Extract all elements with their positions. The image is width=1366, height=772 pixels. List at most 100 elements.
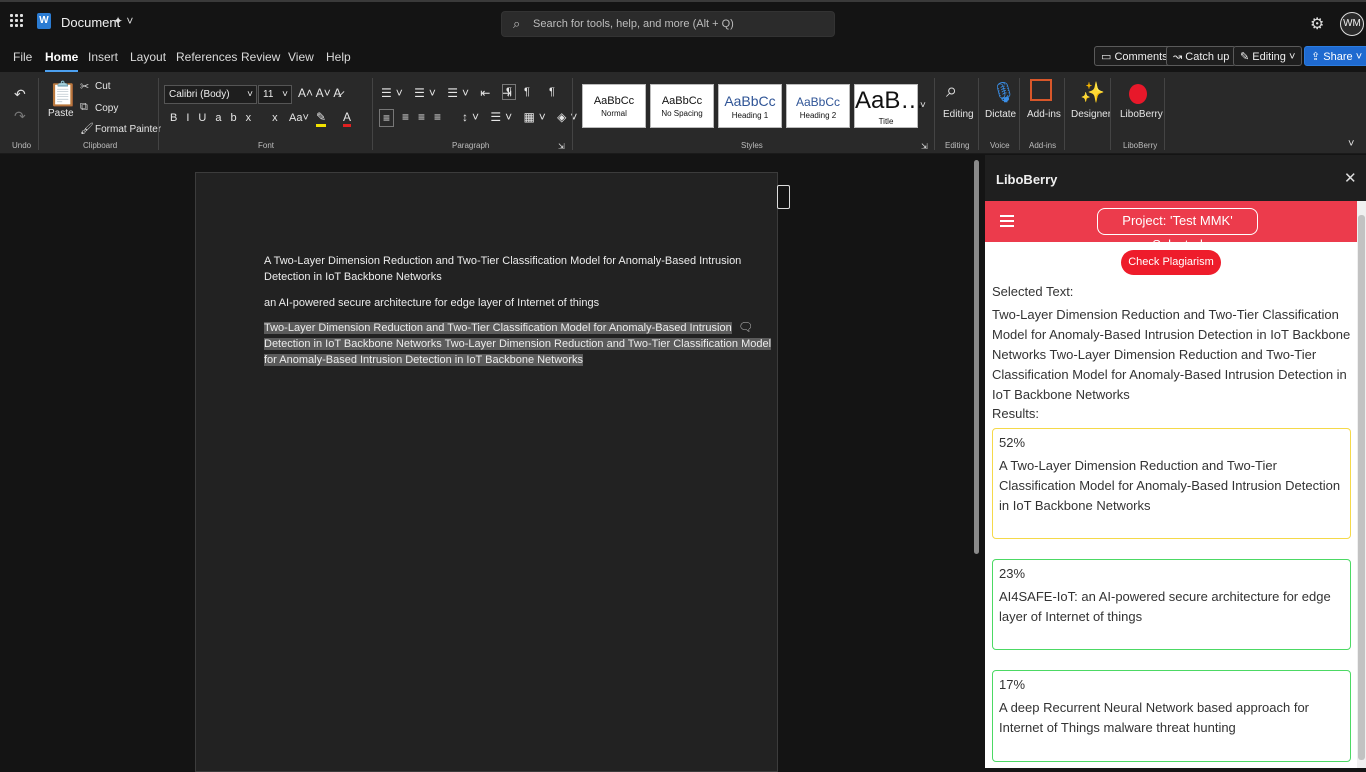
microphone-icon[interactable]: 🎙 (991, 80, 1016, 105)
doc-paragraph-1[interactable]: A Two-Layer Dimension Reduction and Two-… (264, 253, 741, 285)
style-name: Heading 2 (799, 111, 837, 120)
align-left-icon[interactable]: ≡ (379, 109, 395, 127)
doc-paragraph-2[interactable]: an AI-powered secure architecture for ed… (264, 295, 599, 311)
cut-icon[interactable]: ✂ (80, 80, 89, 93)
designer-button[interactable]: Designer (1071, 109, 1111, 120)
ribbon-divider (978, 78, 979, 150)
tab-file[interactable]: File (13, 50, 32, 64)
liboberry-icon[interactable] (1129, 84, 1147, 104)
liboberry-button[interactable]: LiboBerry (1120, 109, 1163, 120)
format-painter-button[interactable]: Format Painter (95, 124, 161, 135)
document-title[interactable]: Document (61, 15, 120, 30)
catchup-button[interactable]: ↝ Catch up (1166, 46, 1237, 66)
tab-insert[interactable]: Insert (88, 50, 118, 64)
doc-paragraph-3-selected[interactable]: Two-Layer Dimension Reduction and Two-Ti… (264, 320, 772, 368)
editing-button[interactable]: Editing (943, 109, 974, 120)
catchup-label: Catch up (1185, 51, 1230, 63)
comments-label: Comments (1114, 51, 1168, 63)
style-normal[interactable]: AaBbCc Normal (582, 84, 646, 128)
settings-gear-icon[interactable]: ⚙ (1310, 14, 1324, 34)
style-preview: AaBbCc (795, 95, 841, 109)
close-icon[interactable]: ✕ (1344, 169, 1357, 187)
result-card[interactable]: 17% A deep Recurrent Neural Network base… (992, 670, 1351, 762)
paragraph-marks-icon[interactable]: ¶ ¶ (524, 86, 563, 98)
tab-layout[interactable]: Layout (130, 50, 166, 64)
add-comment-icon[interactable]: 🗨 (738, 320, 753, 334)
addins-icon[interactable] (1030, 79, 1052, 101)
result-title: A deep Recurrent Neural Network based ap… (999, 700, 1310, 735)
cut-button[interactable]: Cut (95, 81, 111, 92)
hamburger-menu-icon[interactable] (1000, 215, 1014, 227)
change-case-icon[interactable]: Aa˅ (289, 112, 309, 124)
tab-home[interactable]: Home (45, 50, 79, 72)
editing-search-icon[interactable]: ⌕ (946, 80, 957, 103)
result-percentage: 23% (999, 566, 1026, 581)
comments-button[interactable]: ▭ Comments (1094, 46, 1175, 66)
designer-wand-icon[interactable]: ✨ (1080, 80, 1105, 105)
ribbon-collapse-icon[interactable]: ˅ (1348, 138, 1354, 150)
results-label: Results: (992, 406, 1039, 421)
undo-icon[interactable]: ↶ (14, 86, 26, 103)
style-preview: AaBbCc (661, 95, 703, 107)
list-buttons[interactable]: ☰˅ ☰˅ ☰˅ ⇤ ⇥ (381, 86, 516, 100)
font-color-icon[interactable]: A (343, 110, 352, 127)
search-input[interactable]: ⌕ Search for tools, help, and more (Alt … (501, 11, 835, 37)
editing-mode-button[interactable]: ✎ Editing ˅ (1233, 46, 1303, 66)
autosave-chevron-icon[interactable]: ✦ ˅ (113, 14, 133, 28)
tab-view[interactable]: View (288, 50, 314, 64)
paragraph-group-label: Paragraph (452, 141, 490, 150)
tab-references[interactable]: References (176, 50, 237, 64)
redo-icon[interactable]: ↷ (14, 108, 26, 125)
addins-button[interactable]: Add-ins (1027, 109, 1061, 120)
rtl-paragraph-icon[interactable]: ¶ (502, 84, 516, 100)
styles-launcher-icon[interactable]: ⇲ (921, 142, 928, 151)
paragraph-launcher-icon[interactable]: ⇲ (558, 142, 565, 151)
pane-header: LiboBerry ✕ (985, 155, 1366, 201)
tab-review[interactable]: Review (241, 50, 280, 64)
spacing-buttons[interactable]: ↕˅ ☰˅ ▦˅ ◈˅ (462, 110, 581, 124)
app-launcher-icon[interactable] (10, 14, 24, 28)
align-buttons[interactable]: ≡≡≡ (402, 110, 450, 124)
editing-mode-label: Editing (1252, 51, 1286, 63)
voice-group-label: Voice (990, 141, 1010, 150)
project-selector-button[interactable]: Project: 'Test MMK' Selected (1097, 208, 1258, 252)
pane-scrollbar[interactable] (1357, 201, 1366, 768)
font-family-select[interactable]: Calibri (Body) ˅ (164, 85, 257, 104)
font-group-label: Font (258, 141, 275, 150)
check-plagiarism-button[interactable]: Check Plagiarism (1121, 250, 1221, 275)
style-preview: AaBbCc (593, 95, 635, 107)
pane-title: LiboBerry (996, 172, 1058, 187)
font-size-value: 11 (263, 89, 274, 100)
result-card[interactable]: 52% A Two-Layer Dimension Reduction and … (992, 428, 1351, 539)
ribbon-divider (158, 78, 159, 150)
style-heading-1[interactable]: AaBbCc Heading 1 (718, 84, 782, 128)
liboberry-pane: LiboBerry ✕ Project: 'Test MMK' Selected… (985, 155, 1366, 768)
copy-icon[interactable]: ⧉ (80, 101, 88, 114)
style-name: Heading 1 (731, 111, 769, 120)
font-format-buttons[interactable]: BIUabx x (170, 112, 287, 124)
font-family-value: Calibri (Body) (169, 89, 230, 100)
paste-icon[interactable]: 📋 (48, 80, 78, 109)
style-no-spacing[interactable]: AaBbCc No Spacing (650, 84, 714, 128)
ribbon-divider (372, 78, 373, 150)
document-scrollbar[interactable] (974, 160, 979, 554)
addins-group-label: Add-ins (1029, 141, 1057, 150)
result-percentage: 52% (999, 435, 1026, 450)
result-card[interactable]: 23% AI4SAFE-IoT: an AI-powered secure ar… (992, 559, 1351, 650)
share-button[interactable]: ⇪ Share ˅ (1304, 46, 1366, 66)
style-heading-2[interactable]: AaBbCc Heading 2 (786, 84, 850, 128)
highlight-icon[interactable]: ✎ (316, 110, 327, 127)
liboberry-group-label: LiboBerry (1123, 141, 1158, 150)
copy-button[interactable]: Copy (95, 103, 118, 114)
format-painter-icon[interactable]: 🖌 (80, 122, 94, 135)
pane-toolbar: Project: 'Test MMK' Selected (985, 201, 1357, 252)
avatar[interactable]: WM (1340, 12, 1364, 36)
grow-font-icon[interactable]: A˄ A˅ A̷ (298, 86, 341, 100)
paste-label[interactable]: Paste (48, 108, 74, 119)
font-size-select[interactable]: 11 ˅ (258, 85, 292, 104)
tab-help[interactable]: Help (326, 50, 351, 64)
doc-line: A Two-Layer Dimension Reduction and Two-… (264, 255, 742, 267)
style-title[interactable]: AaB… Title (854, 84, 924, 128)
styles-more-icon[interactable]: ˅ (920, 100, 926, 111)
dictate-button[interactable]: Dictate (985, 109, 1016, 120)
